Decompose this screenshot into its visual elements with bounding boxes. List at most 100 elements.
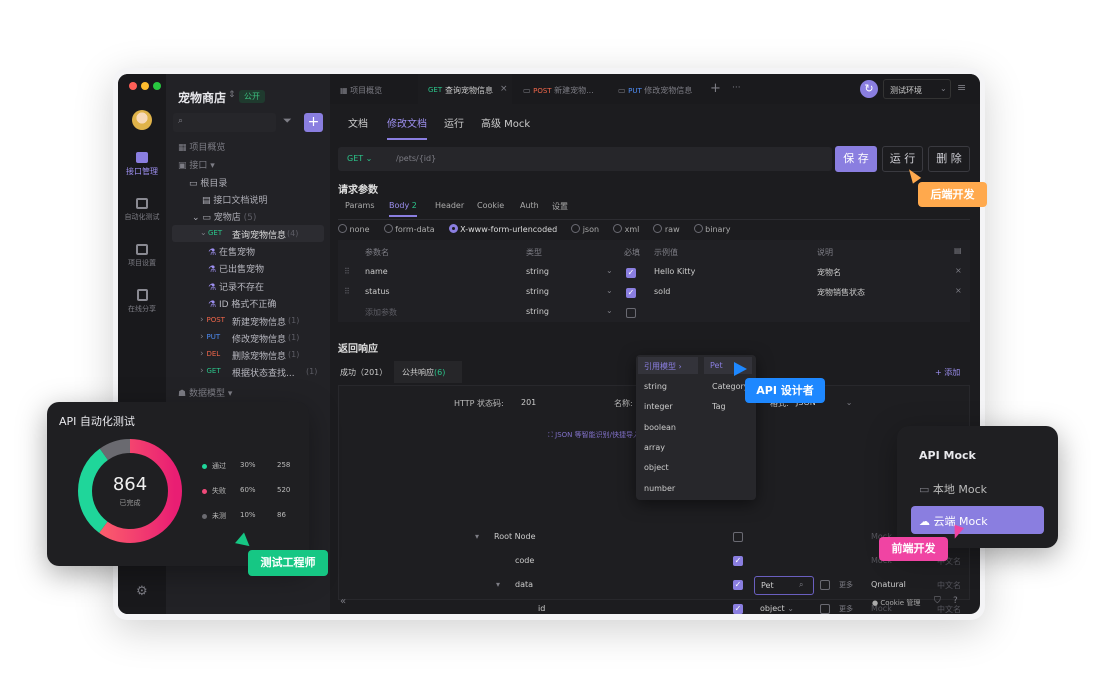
tab-cookie[interactable]: Cookie [477,201,504,210]
tree-search-input[interactable]: ⌕ [173,113,276,132]
add-button[interactable]: + [304,113,323,132]
tree-item-overview[interactable]: ▦ 项目概览 [178,140,225,153]
add-response-button[interactable]: + 添加 [935,367,960,378]
more-button[interactable]: 更多 [839,604,853,614]
tree-endpoint[interactable]: › POST 新建宠物信息 (1) [200,315,320,328]
radio-urlencoded[interactable]: X-www-form-urlencoded [448,224,557,234]
schema-field-name[interactable]: data [515,580,533,589]
more-tabs-icon[interactable]: ··· [732,83,741,93]
radio-none[interactable]: none [338,224,370,234]
subtab-run[interactable]: 运行 [444,115,464,130]
more-button[interactable]: 更多 [839,580,853,590]
tab-overview[interactable]: ▦ 项目概览 [340,85,382,96]
type-item[interactable]: string [644,382,667,391]
save-button[interactable]: 保 存 [835,146,877,172]
bulk-edit-icon[interactable]: ▤ [954,246,962,255]
sync-icon[interactable]: ↻ [860,80,878,98]
subtab-edit-doc[interactable]: 修改文档 [387,115,427,140]
new-tab-button[interactable]: + [710,81,721,96]
expand-arrow-icon[interactable]: ▾ [496,580,500,589]
type-select[interactable]: object ⌄ [760,604,794,613]
type-item[interactable]: boolean [644,423,676,432]
run-button[interactable]: 运 行 [882,146,923,172]
ref-model-item[interactable]: 引用模型 › [638,357,698,374]
tab-put-pet[interactable]: ▭ PUT 修改宠物信息 [618,85,692,96]
required-checkbox[interactable]: ✓ [733,556,743,566]
nav-item-project-settings[interactable]: 项目设置 [118,244,166,268]
radio-json[interactable]: json [571,224,599,234]
method-select[interactable]: GET ⌄ [347,154,372,163]
cloud-mock-option[interactable]: ☁ 云端 Mock [911,506,1044,534]
minimize-window-button[interactable] [141,82,149,90]
tab-header[interactable]: Header [435,201,464,210]
required-checkbox[interactable]: ✓ [733,580,743,590]
nullable-checkbox[interactable] [820,580,830,590]
tab-post-pet[interactable]: ▭ POST 新建宠物... [523,85,594,96]
help-icon[interactable]: ? [953,596,958,606]
shirt-icon[interactable]: ⛉ [934,596,941,606]
nav-item-share[interactable]: 在线分享 [118,289,166,314]
cookie-manager-button[interactable]: ● Cookie 管理 [872,598,920,608]
tree-endpoint[interactable]: › DEL 删除宠物信息 (1) [200,349,320,362]
type-item[interactable]: integer [644,402,673,411]
tree-item-folder[interactable]: ⌄ ▭ 宠物店 (5) [192,210,256,223]
subtab-mock[interactable]: 高级 Mock [481,115,530,130]
tab-body[interactable]: Body 2 [389,201,417,217]
type-item[interactable]: object [644,463,669,472]
case-item[interactable]: ⚗ 在售宠物 [208,245,255,258]
project-name[interactable]: 宠物商店 [178,89,226,106]
close-window-button[interactable] [129,82,137,90]
subtab-doc[interactable]: 文档 [348,115,368,130]
nullable-checkbox[interactable] [820,604,830,614]
cn-name-input[interactable]: 中文名 [937,580,961,591]
tree-endpoint[interactable]: › GET 根据状态查找... (1) [200,366,320,379]
case-item[interactable]: ⚗ ID 格式不正确 [208,297,276,310]
tab-common-response[interactable]: 公共响应(6) [394,361,462,383]
maximize-window-button[interactable] [153,82,161,90]
menu-icon[interactable]: ≡ [957,81,966,94]
case-item[interactable]: ⚗ 已出售宠物 [208,262,264,275]
delete-row-icon[interactable]: × [955,286,962,295]
delete-row-icon[interactable]: × [955,266,962,275]
avatar[interactable] [132,110,152,130]
radio-raw[interactable]: raw [653,224,680,234]
radio-form-data[interactable]: form-data [383,224,435,234]
radio-binary[interactable]: binary [693,224,730,234]
tree-item-models[interactable]: ☗ 数据模型 ▾ [178,386,232,399]
model-item[interactable]: Tag [712,402,726,411]
schema-field-name[interactable]: code [515,556,534,565]
add-param-input[interactable]: 添加参数 [365,307,397,318]
required-checkbox[interactable]: ✓ [733,604,743,614]
gear-icon[interactable]: ⚙ [136,584,148,599]
required-checkbox[interactable] [626,308,636,318]
tab-auth[interactable]: Auth [520,201,539,210]
type-item[interactable]: number [644,484,675,493]
mock-input[interactable]: Qnatural [871,580,906,589]
tab-get-pet[interactable]: GET 查询宠物信息 × [418,74,512,104]
case-item[interactable]: ⚗ 记录不存在 [208,280,264,293]
tab-settings[interactable]: 设置 [552,201,568,212]
tree-item-interfaces[interactable]: ▣ 接口 ▾ [178,158,215,171]
delete-button[interactable]: 删 除 [928,146,970,172]
path-input[interactable]: /pets/{id} [396,154,436,163]
nav-item-api-management[interactable]: 接口管理 [118,152,166,177]
filter-icon[interactable]: ⏷ [283,114,292,128]
tree-item-root[interactable]: ▭ 根目录 [189,176,227,189]
drag-handle-icon[interactable]: ⠿ [344,287,350,296]
type-search-input[interactable]: Pet ⌕ [754,576,814,595]
type-item[interactable]: array [644,443,665,452]
schema-field-name[interactable]: Root Node [494,532,536,541]
schema-field-name[interactable]: id [538,604,545,613]
required-checkbox[interactable]: ✓ [626,288,636,298]
close-tab-icon[interactable]: × [500,84,508,94]
expand-arrow-icon[interactable]: ▾ [475,532,479,541]
tab-success[interactable]: 成功（201） [340,367,387,378]
required-checkbox[interactable]: ✓ [626,268,636,278]
radio-xml[interactable]: xml [613,224,639,234]
smart-import-link[interactable]: ⛶ JSON 等智能识别/快捷导入 [548,430,640,440]
nav-item-auto-test[interactable]: 自动化测试 [118,198,166,222]
drag-handle-icon[interactable]: ⠿ [344,267,350,276]
tree-item-selected[interactable]: ⌄ GET 查询宠物信息 (4) [172,225,324,242]
tree-item-doc[interactable]: ▤ 接口文档说明 [202,193,267,206]
status-input[interactable]: 201 [521,398,536,407]
